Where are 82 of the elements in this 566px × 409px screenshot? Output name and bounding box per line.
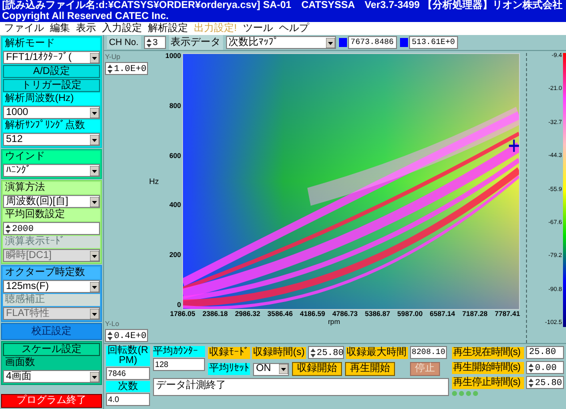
spinner-arrows-icon[interactable] xyxy=(528,378,534,388)
order-label: 次数 xyxy=(106,381,150,392)
spinner-arrows-icon[interactable] xyxy=(107,64,113,74)
dropdown-field[interactable]: ON xyxy=(253,362,289,376)
spinner-field[interactable]: 0.00 xyxy=(526,361,564,374)
playback-time-label: 再生開始時間(s) xyxy=(452,362,524,374)
dropdown-field[interactable]: 125ms(F) xyxy=(3,280,100,293)
record-mode-label: 収録ﾓｰﾄﾞ xyxy=(208,346,250,358)
spinner-field[interactable]: 1.0E+0 xyxy=(105,62,148,75)
average-counter-label: 平均ｶｳﾝﾀｰ xyxy=(153,346,205,357)
setting-label: オクターブ時定数 xyxy=(3,267,100,279)
spinner-arrows-icon[interactable] xyxy=(107,330,113,340)
color-swatch-icon xyxy=(338,38,347,47)
status-led-icon xyxy=(466,391,471,396)
exit-button[interactable]: プログラム終了 xyxy=(1,394,102,408)
menu-item[interactable]: ファイル xyxy=(4,22,44,34)
playback-time-value: 25.80 xyxy=(526,346,564,359)
menu-item[interactable]: 解析設定 xyxy=(148,22,188,34)
dropdown-field[interactable]: 512 xyxy=(3,133,100,146)
dropdown-arrow-icon[interactable] xyxy=(90,52,99,62)
dropdown-arrow-icon[interactable] xyxy=(90,372,99,382)
spinner-field[interactable]: 25.80 xyxy=(526,376,564,389)
average-counter-value: 128 xyxy=(153,358,205,371)
order-value: 4.0 xyxy=(106,393,150,406)
dropdown-arrow-icon[interactable] xyxy=(90,108,99,118)
dropdown-arrow-icon[interactable] xyxy=(90,134,99,144)
dropdown-arrow-icon[interactable] xyxy=(90,166,99,176)
record-max-time-value: 8208.10 xyxy=(410,346,448,359)
action-button[interactable]: 再生開始 xyxy=(345,362,395,376)
spinner-field[interactable]: 3 xyxy=(144,36,166,49)
spinner-arrows-icon[interactable] xyxy=(528,362,534,372)
cursor-readout: 7673.8486 xyxy=(348,36,397,49)
playback-time-label: 再生現在時間(s) xyxy=(452,346,524,358)
record-max-time-label: 収録最大時間 xyxy=(346,346,408,358)
spinner-arrows-icon[interactable] xyxy=(310,348,316,358)
setting-label: 解析周波数(Hz) xyxy=(3,93,100,105)
playback-time-label: 再生停止時間(s) xyxy=(452,376,524,388)
menu-item[interactable]: 入力設定 xyxy=(102,22,142,34)
spinner-field[interactable]: 25.80 xyxy=(308,346,344,359)
dropdown-field[interactable]: 1000 xyxy=(3,106,100,119)
crosshair-icon xyxy=(508,138,519,153)
status-led-icon xyxy=(459,391,464,396)
menu-item[interactable]: 表示 xyxy=(76,22,96,34)
setting-label: 解析ｻﾝﾌﾟﾘﾝｸﾞ点数 xyxy=(3,120,100,132)
spinner-field[interactable]: 0.4E+0 xyxy=(105,329,148,342)
action-button[interactable]: 収録開始 xyxy=(292,362,342,376)
dropdown-field[interactable]: ﾊﾆﾝｸﾞ xyxy=(3,164,100,177)
record-time-label: 収録時間(s) xyxy=(252,346,306,358)
menu-item[interactable]: ツール xyxy=(242,22,273,34)
dropdown-field[interactable]: 周波数(回)[自] xyxy=(3,195,100,208)
dropdown-arrow-icon[interactable] xyxy=(279,364,288,374)
rpm-value: 7846 xyxy=(106,367,150,380)
dropdown-field[interactable]: 次数比ﾏｯﾌﾟ xyxy=(226,36,336,49)
spinner-field[interactable]: 2000 xyxy=(3,222,100,235)
dropdown-arrow-icon[interactable] xyxy=(326,38,335,48)
spinner-arrows-icon[interactable] xyxy=(146,38,152,48)
setting-label: 演算方法 xyxy=(3,182,100,194)
setting-label: 演算表示ﾓｰﾄﾞ xyxy=(3,236,100,248)
rpm-label: 回転数(RPM) xyxy=(106,346,150,366)
setting-button[interactable]: A/D設定 xyxy=(3,65,100,78)
display-data-label: 表示データ xyxy=(168,35,223,50)
status-led-icon xyxy=(473,391,478,396)
color-swatch-icon xyxy=(400,38,408,47)
dropdown-arrow-icon[interactable] xyxy=(90,196,99,206)
setting-button[interactable]: スケール設定 xyxy=(3,343,100,356)
setting-label: 平均回数設定 xyxy=(3,209,100,221)
setting-label: ウインド xyxy=(3,151,100,163)
setting-label: 解析モード xyxy=(3,38,100,50)
status-led-icon xyxy=(452,391,457,396)
status-message-box: データ計測終了 xyxy=(153,378,449,396)
menu-item[interactable]: 編集 xyxy=(50,22,70,34)
cursor-readout: 513.61E+0 xyxy=(408,36,458,49)
average-reset-label: 平均ﾘｾｯﾄ xyxy=(208,363,250,375)
setting-label: 聴感補正 xyxy=(3,294,100,306)
spinner-arrows-icon[interactable] xyxy=(5,224,11,234)
menu-item[interactable]: ヘルプ xyxy=(278,22,309,34)
setting-button[interactable]: トリガー設定 xyxy=(3,79,100,92)
dropdown-field[interactable]: FFT1/1ｵｸﾀｰﾌﾞ( xyxy=(3,51,100,64)
channel-label: CH No. xyxy=(107,36,141,50)
y-axis-label: Hz xyxy=(149,176,159,188)
dropdown-field[interactable]: 4画面 xyxy=(3,370,100,383)
dropdown-arrow-icon[interactable] xyxy=(90,282,99,292)
